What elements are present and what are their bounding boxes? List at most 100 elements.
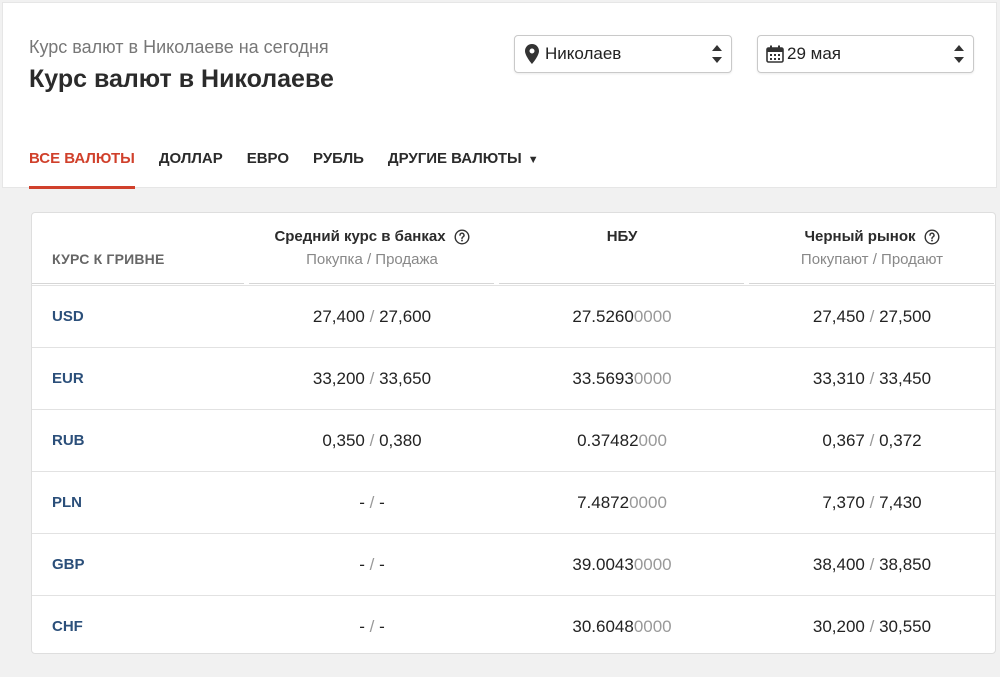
date-select[interactable]: 29 мая [757,35,974,73]
nbu-rate-tail: 0000 [629,493,667,512]
tab-all-currencies[interactable]: ВСЕ ВАЛЮТЫ [29,141,135,189]
tab-euro[interactable]: ЕВРО [247,141,289,189]
chevron-down-icon: ▼ [527,154,539,166]
bank-rate-cell: - / - [247,596,497,658]
rate-separator: / [869,493,875,512]
bank-sell: - [379,617,385,636]
nbu-rate: 33.5693 [572,369,634,388]
map-pin-icon [525,44,539,64]
black-sell: 27,500 [879,307,932,326]
currency-code-link[interactable]: EUR [52,348,84,410]
nbu-rate: 27.5260 [572,307,634,326]
select-arrows-icon [712,45,722,63]
currency-code-link[interactable]: CHF [52,596,83,658]
nbu-rate-cell: 30.60480000 [497,596,747,658]
header-card: Курс валют в Николаеве на сегодня Курс в… [2,2,997,189]
nbu-rate-tail: 0000 [633,555,672,574]
black-sell: 0,372 [879,431,922,450]
tab-label: РУБЛЬ [313,150,364,167]
table-row: EUR 33,200 / 33,650 33.56930000 33,310 / 33… [32,347,995,409]
black-sell: 7,430 [879,493,922,512]
black-sell: 33,450 [879,369,932,388]
bank-rate-cell: 0,350 / 0,380 [247,410,497,472]
header-title: Средний курс в банках [274,228,446,245]
black-sell: 30,550 [879,617,932,636]
header-title: НБУ [606,228,638,245]
rate-separator: / [369,555,375,574]
header-divider [249,283,494,284]
city-select[interactable]: Николаев [514,35,732,73]
rate-separator: / [869,369,875,388]
header-subtitle: Покупка / Продажа [306,251,438,268]
rate-separator: / [369,493,375,512]
header-black-market: Черный рынок Покупают / Продают [747,228,997,268]
help-icon[interactable] [454,228,470,245]
tab-label: ДРУГИЕ ВАЛЮТЫ [387,150,522,167]
black-buy: 7,370 [822,493,865,512]
black-market-cell: 30,200 / 30,550 [747,596,997,658]
table-row: GBP - / -39.00430000 38,400 / 38,850 [32,533,995,595]
bank-buy: - [359,617,365,636]
nbu-rate-cell: 27.52600000 [497,286,747,348]
nbu-rate-cell: 0.37482000 [497,410,747,472]
nbu-rate-cell: 33.56930000 [497,348,747,410]
bank-rate-cell: 27,400 / 27,600 [247,286,497,348]
tab-other-currencies[interactable]: ДРУГИЕ ВАЛЮТЫ ▼ [388,141,539,189]
rate-separator: / [869,555,875,574]
nbu-rate: 30.6048 [572,617,634,636]
currency-code-link[interactable]: RUB [52,410,85,472]
currency-code-link[interactable]: PLN [52,472,82,534]
city-select-value: Николаев [545,44,622,63]
black-buy: 27,450 [812,307,865,326]
header-divider [499,283,744,284]
table-row: RUB 0,350 / 0,380 0.37482000 0,367 / 0,372 [32,409,995,471]
black-market-cell: 38,400 / 38,850 [747,534,997,596]
nbu-rate: 39.0043 [572,555,634,574]
bank-buy: 27,400 [312,307,365,326]
black-market-cell: 33,310 / 33,450 [747,348,997,410]
tab-label: ВСЕ ВАЛЮТЫ [29,150,135,167]
rate-separator: / [369,617,375,636]
tab-label: ЕВРО [246,150,290,167]
black-market-cell: 0,367 / 0,372 [747,410,997,472]
bank-buy: 0,350 [322,431,365,450]
date-select-value: 29 мая [787,44,841,63]
bank-sell: - [379,555,385,574]
bank-rate-cell: 33,200 / 33,650 [247,348,497,410]
tab-dollar[interactable]: ДОЛЛАР [159,141,223,189]
black-buy: 33,310 [812,369,865,388]
header-rate-to-hryvnia: КУРС К ГРИВНЕ [52,251,165,267]
nbu-rate-cell: 7.48720000 [497,472,747,534]
black-buy: 30,200 [812,617,865,636]
rate-separator: / [869,431,875,450]
nbu-rate: 0.37482 [577,431,639,450]
calendar-icon [766,45,784,63]
bank-sell: - [379,493,385,512]
bank-buy: - [359,493,365,512]
black-sell: 38,850 [879,555,932,574]
black-market-cell: 7,370 / 7,430 [747,472,997,534]
help-icon[interactable] [923,228,940,245]
page-title: Курс валют в Николаеве [29,65,334,93]
nbu-rate-tail: 0000 [633,617,672,636]
bank-buy: 33,200 [312,369,365,388]
currency-code-link[interactable]: GBP [52,534,85,596]
nbu-rate-cell: 39.00430000 [497,534,747,596]
nbu-rate: 7.4872 [577,493,630,512]
header-bank-average: Средний курс в банках Покупка / Продажа [247,228,497,268]
currency-code-link[interactable]: USD [52,286,84,348]
rates-table: КУРС К ГРИВНЕ Средний курс в банках Поку… [31,212,996,654]
table-header: КУРС К ГРИВНЕ Средний курс в банках Поку… [32,213,995,285]
bank-sell: 27,600 [379,307,432,326]
nbu-rate-tail: 0000 [633,369,672,388]
table-row: USD 27,400 / 27,600 27.52600000 27,450 / 27… [32,285,995,347]
rate-separator: / [369,369,375,388]
bank-sell: 0,380 [379,431,422,450]
bank-rate-cell: - / - [247,534,497,596]
tab-ruble[interactable]: РУБЛЬ [313,141,364,189]
bank-buy: - [359,555,365,574]
header-nbu: НБУ [497,228,747,245]
black-market-cell: 27,450 / 27,500 [747,286,997,348]
page-subtitle: Курс валют в Николаеве на сегодня [29,37,329,57]
bank-sell: 33,650 [379,369,432,388]
